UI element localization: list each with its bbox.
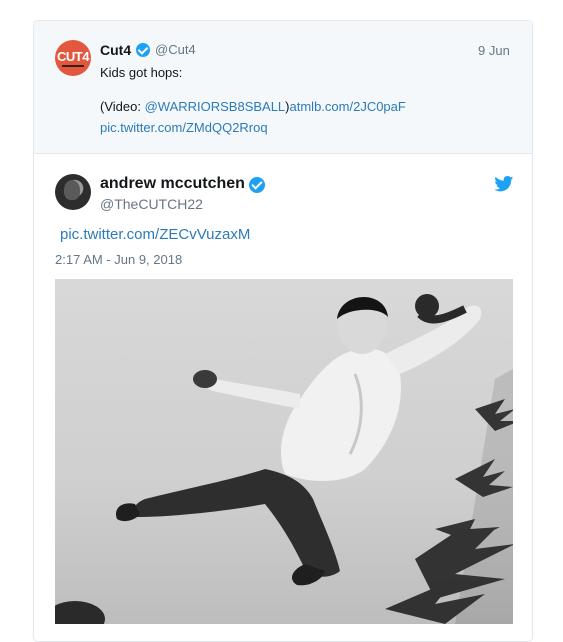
cut4-logo-underline [62, 65, 84, 67]
verified-badge-icon [136, 43, 150, 57]
author-handle[interactable]: @TheCUTCH22 [100, 196, 203, 212]
video-credit-prefix: (Video: [100, 99, 145, 114]
cut4-avatar[interactable]: CUT4 [55, 40, 91, 76]
quoted-tweet[interactable]: CUT4 Cut4 @Cut4 9 Jun Kids got hops: (Vi… [34, 21, 532, 154]
tweet-photo[interactable] [55, 279, 513, 624]
quoted-author-handle[interactable]: @Cut4 [155, 42, 196, 57]
tweet-pic-link[interactable]: pic.twitter.com/ZECvVuzaxM [60, 226, 250, 243]
quoted-pic-link[interactable]: pic.twitter.com/ZMdQQ2Rroq [100, 120, 268, 135]
mention-link[interactable]: @WARRIORSB8SBALL [145, 99, 286, 114]
twitter-bird-icon[interactable] [494, 176, 514, 192]
author-name[interactable]: andrew mccutchen [100, 175, 245, 193]
author-avatar[interactable] [55, 174, 91, 210]
flying-kick-photo [55, 294, 513, 624]
quoted-tweet-date[interactable]: 9 Jun [478, 43, 510, 58]
quoted-tweet-video-credit: (Video: @WARRIORSB8SBALL)atmlb.com/2JC0p… [100, 99, 406, 114]
cut4-logo-text: CUT4 [57, 49, 89, 64]
tweet-timestamp[interactable]: 2:17 AM - Jun 9, 2018 [55, 252, 182, 267]
verified-badge-icon [249, 177, 265, 193]
quoted-author-name[interactable]: Cut4 [100, 42, 131, 58]
embedded-tweet-card: CUT4 Cut4 @Cut4 9 Jun Kids got hops: (Vi… [33, 20, 533, 642]
quoted-tweet-text: Kids got hops: [100, 65, 183, 80]
video-link[interactable]: atmlb.com/2JC0paF [290, 99, 406, 114]
